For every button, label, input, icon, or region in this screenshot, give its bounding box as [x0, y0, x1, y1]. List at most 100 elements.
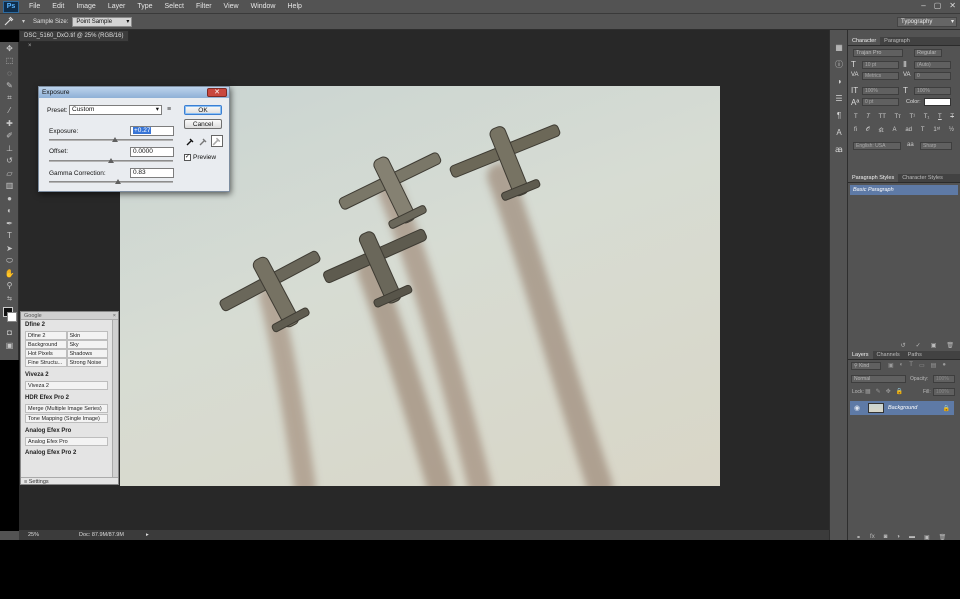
adjustments-panel-icon[interactable]: ◑	[830, 73, 848, 90]
foreground-background-colors[interactable]	[0, 305, 18, 327]
style-item-basic-paragraph[interactable]: Basic Paragraph	[850, 185, 958, 195]
dialog-title-bar[interactable]: Exposure ✕	[39, 87, 229, 98]
menu-help[interactable]: Help	[282, 3, 308, 10]
tab-character-styles[interactable]: Character Styles	[898, 174, 947, 182]
offset-slider-thumb[interactable]	[108, 158, 114, 163]
sample-size-select[interactable]: Point Sample	[72, 16, 133, 27]
hand-tool-icon[interactable]: ✋	[0, 267, 19, 280]
crop-tool-icon[interactable]: ⌗	[0, 92, 19, 105]
healing-brush-icon[interactable]: ✚	[0, 117, 19, 130]
close-icon[interactable]: ×	[113, 312, 116, 320]
menu-type[interactable]: Type	[131, 3, 158, 10]
text-color-swatch[interactable]	[924, 98, 951, 106]
gamma-slider-track[interactable]	[49, 181, 173, 183]
swash-icon[interactable]: A	[892, 127, 896, 134]
layer-row-background[interactable]: ◉ Background 🔒	[850, 401, 954, 415]
nik-button[interactable]: Analog Efex Pro	[25, 437, 108, 446]
exposure-slider-thumb[interactable]	[111, 137, 118, 142]
background-color-swatch[interactable]	[7, 311, 17, 322]
swap-colors-icon[interactable]: ⇆	[0, 292, 19, 305]
glyphs-panel-icon[interactable]: ꜳ	[830, 141, 848, 158]
underline-icon[interactable]: T	[938, 114, 942, 120]
google-panel-title-bar[interactable]: Google ×	[21, 312, 118, 320]
strikethrough-icon[interactable]: T	[950, 114, 954, 120]
small-caps-icon[interactable]: Tт	[894, 114, 900, 120]
eraser-tool-icon[interactable]: ▱	[0, 167, 19, 180]
nik-button[interactable]: Background	[25, 340, 67, 349]
lasso-tool-icon[interactable]: ◌	[0, 67, 19, 80]
filter-shape-icon[interactable]: ▭	[919, 362, 925, 369]
lock-transparent-icon[interactable]: ▦	[865, 388, 871, 395]
path-select-icon[interactable]: ➤	[0, 242, 19, 255]
menu-edit[interactable]: Edit	[46, 3, 70, 10]
subscript-icon[interactable]: T₁	[924, 114, 930, 120]
maximize-button[interactable]: ▢	[934, 1, 942, 10]
eyedropper-tool-icon[interactable]	[4, 16, 22, 28]
eyedropper-white-icon[interactable]	[211, 135, 223, 147]
screen-mode-icon[interactable]: ▣	[0, 339, 19, 352]
eyedropper-icon[interactable]: ⁄	[0, 105, 19, 118]
document-tab[interactable]: DSC_5160_DxO.tif @ 25% (RGB/16) ×	[19, 30, 129, 49]
dodge-tool-icon[interactable]: ◐	[0, 205, 19, 218]
kerning-input[interactable]: Metrics	[862, 72, 899, 80]
brush-tool-icon[interactable]: ✐	[0, 130, 19, 143]
gamma-input[interactable]: 0.83	[130, 168, 174, 178]
eyedropper-gray-icon[interactable]	[199, 137, 208, 148]
baseline-shift-input[interactable]: 0 pt	[862, 98, 899, 106]
info-panel-icon[interactable]: ⓘ	[830, 56, 848, 73]
tab-character[interactable]: Character	[848, 37, 881, 45]
tracking-input[interactable]: 0	[914, 72, 951, 80]
tab-paragraph[interactable]: Paragraph	[880, 37, 914, 45]
offset-input[interactable]: 0.0000	[130, 147, 174, 157]
faux-italic-icon[interactable]: T	[866, 114, 870, 120]
fraction-icon[interactable]: ½	[949, 127, 954, 134]
vertical-scale-input[interactable]: 100%	[862, 87, 899, 95]
tab-paths[interactable]: Paths	[904, 351, 926, 359]
blend-mode-select[interactable]: Normal	[851, 375, 906, 383]
filter-smart-icon[interactable]: ▤	[931, 362, 937, 369]
zoom-tool-icon[interactable]: ⚲	[0, 280, 19, 293]
tab-layers[interactable]: Layers	[848, 351, 873, 359]
shape-tool-icon[interactable]: ⬭	[0, 255, 19, 268]
close-tab-icon[interactable]: ×	[28, 43, 32, 49]
exposure-input[interactable]: +0.27	[130, 126, 174, 136]
clear-override-icon[interactable]: ↺	[901, 342, 906, 349]
faux-bold-icon[interactable]: T	[854, 114, 858, 120]
fill-input[interactable]: 100%	[933, 388, 955, 396]
properties-panel-icon[interactable]: ☰	[830, 90, 848, 107]
menu-filter[interactable]: Filter	[190, 3, 218, 10]
minimize-button[interactable]: –	[921, 1, 925, 10]
nik-button[interactable]: Fine Structu...	[25, 358, 67, 367]
nik-button[interactable]: Merge (Multiple Image Series)	[25, 404, 108, 413]
nik-button[interactable]: Strong Noise	[66, 358, 108, 367]
dialog-close-button[interactable]: ✕	[207, 88, 227, 97]
tab-channels[interactable]: Channels	[873, 351, 904, 359]
cancel-button[interactable]: Cancel	[184, 119, 222, 129]
opacity-input[interactable]: 100%	[933, 375, 955, 383]
menu-select[interactable]: Select	[159, 3, 190, 10]
ordinal-icon[interactable]: 1ˢᵗ	[933, 127, 940, 134]
history-brush-icon[interactable]: ↺	[0, 155, 19, 168]
quick-mask-icon[interactable]: ◘	[0, 327, 19, 340]
preset-select[interactable]: Custom ▾	[69, 105, 162, 115]
paragraph-panel-icon[interactable]: ¶	[830, 107, 848, 124]
zoom-level[interactable]: 25%	[19, 530, 79, 540]
nik-button[interactable]: Tone Mapping (Single Image)	[25, 414, 108, 423]
nik-button[interactable]: Viveza 2	[25, 381, 108, 390]
menu-layer[interactable]: Layer	[102, 3, 132, 10]
eye-visibility-icon[interactable]: ◉	[850, 404, 864, 412]
layer-name[interactable]: Background	[888, 405, 943, 411]
delete-style-icon[interactable]: 🗑	[946, 342, 954, 349]
discretionary-icon[interactable]: ﬆ	[878, 127, 883, 134]
language-select[interactable]: English: USA	[853, 142, 901, 150]
menu-file[interactable]: File	[23, 3, 46, 10]
chevron-down-icon[interactable]: ▾	[22, 18, 25, 25]
font-family-select[interactable]: Trajan Pro	[853, 49, 903, 57]
nik-button[interactable]: Shadows	[66, 349, 108, 358]
ligature-icon[interactable]: ﬁ	[854, 127, 857, 134]
lock-all-icon[interactable]: 🔒	[896, 388, 903, 395]
superscript-icon[interactable]: T¹	[909, 114, 915, 120]
titling-icon[interactable]: T	[921, 127, 925, 134]
nik-button[interactable]: Skin	[66, 331, 108, 340]
menu-window[interactable]: Window	[245, 3, 282, 10]
